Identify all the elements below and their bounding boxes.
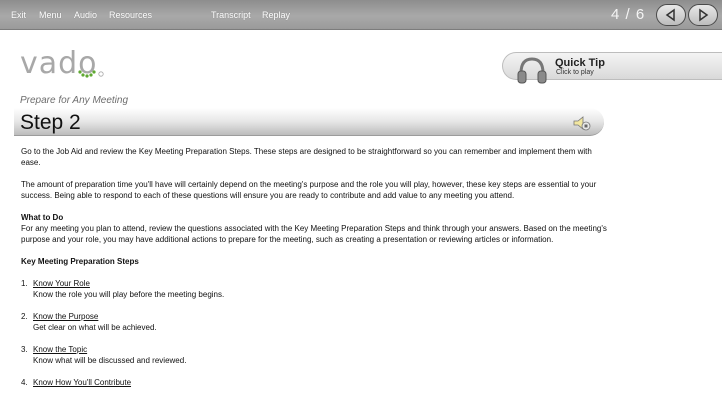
transcript-link[interactable]: Transcript: [211, 10, 251, 20]
step-link-know-the-topic[interactable]: Know the Topic: [33, 345, 87, 354]
quick-tip-title: Quick Tip: [555, 57, 605, 69]
top-nav-bar: Exit Menu Audio Resources Transcript Rep…: [0, 0, 722, 30]
list-item: 4. Know How You'll Contribute: [21, 377, 613, 388]
step-number: 1.: [21, 279, 28, 288]
lesson-subtitle: Prepare for Any Meeting: [20, 95, 129, 106]
list-item: 2. Know the Purpose Get clear on what wi…: [21, 311, 613, 333]
step-number: 4.: [21, 378, 28, 387]
quick-tip-subtitle: Click to play: [556, 69, 594, 76]
headphones-icon: [517, 57, 547, 84]
list-item: 3. Know the Topic Know what will be disc…: [21, 344, 613, 366]
steps-heading: Key Meeting Preparation Steps: [21, 257, 139, 266]
audio-link[interactable]: Audio: [74, 10, 97, 20]
prev-button[interactable]: [656, 4, 686, 26]
step-number: 2.: [21, 312, 28, 321]
chevron-right-icon: [699, 8, 709, 22]
replay-link[interactable]: Replay: [262, 10, 290, 20]
what-to-do-heading: What to Do: [21, 213, 64, 222]
step-link-know-the-purpose[interactable]: Know the Purpose: [33, 312, 98, 321]
speaker-icon[interactable]: [571, 114, 593, 132]
list-item: 1. Know Your Role Know the role you will…: [21, 278, 613, 300]
logo-dots-icon: [78, 70, 104, 78]
preparation-paragraph: The amount of preparation time you'll ha…: [21, 180, 597, 200]
intro-paragraph: Go to the Job Aid and review the Key Mee…: [21, 147, 592, 167]
steps-list: 1. Know Your Role Know the role you will…: [21, 278, 613, 388]
resources-link[interactable]: Resources: [109, 10, 152, 20]
step-description: Get clear on what will be achieved.: [33, 323, 157, 332]
chevron-left-icon: [665, 8, 675, 22]
menu-link[interactable]: Menu: [39, 10, 62, 20]
step-number: 3.: [21, 345, 28, 354]
main-content: Go to the Job Aid and review the Key Mee…: [21, 146, 613, 388]
page-title: Step 2: [20, 111, 81, 134]
step-title-bar: [14, 108, 604, 136]
what-to-do-text: For any meeting you plan to attend, revi…: [21, 224, 607, 244]
step-link-know-how-youll-contribute[interactable]: Know How You'll Contribute: [33, 378, 131, 387]
step-link-know-your-role[interactable]: Know Your Role: [33, 279, 90, 288]
step-description: Know what will be discussed and reviewed…: [33, 356, 187, 365]
step-description: Know the role you will play before the m…: [33, 290, 225, 299]
exit-link[interactable]: Exit: [11, 10, 26, 20]
quick-tip-button[interactable]: Quick Tip Click to play: [502, 52, 722, 84]
page-counter: 4 / 6: [611, 6, 646, 23]
next-button[interactable]: [688, 4, 718, 26]
